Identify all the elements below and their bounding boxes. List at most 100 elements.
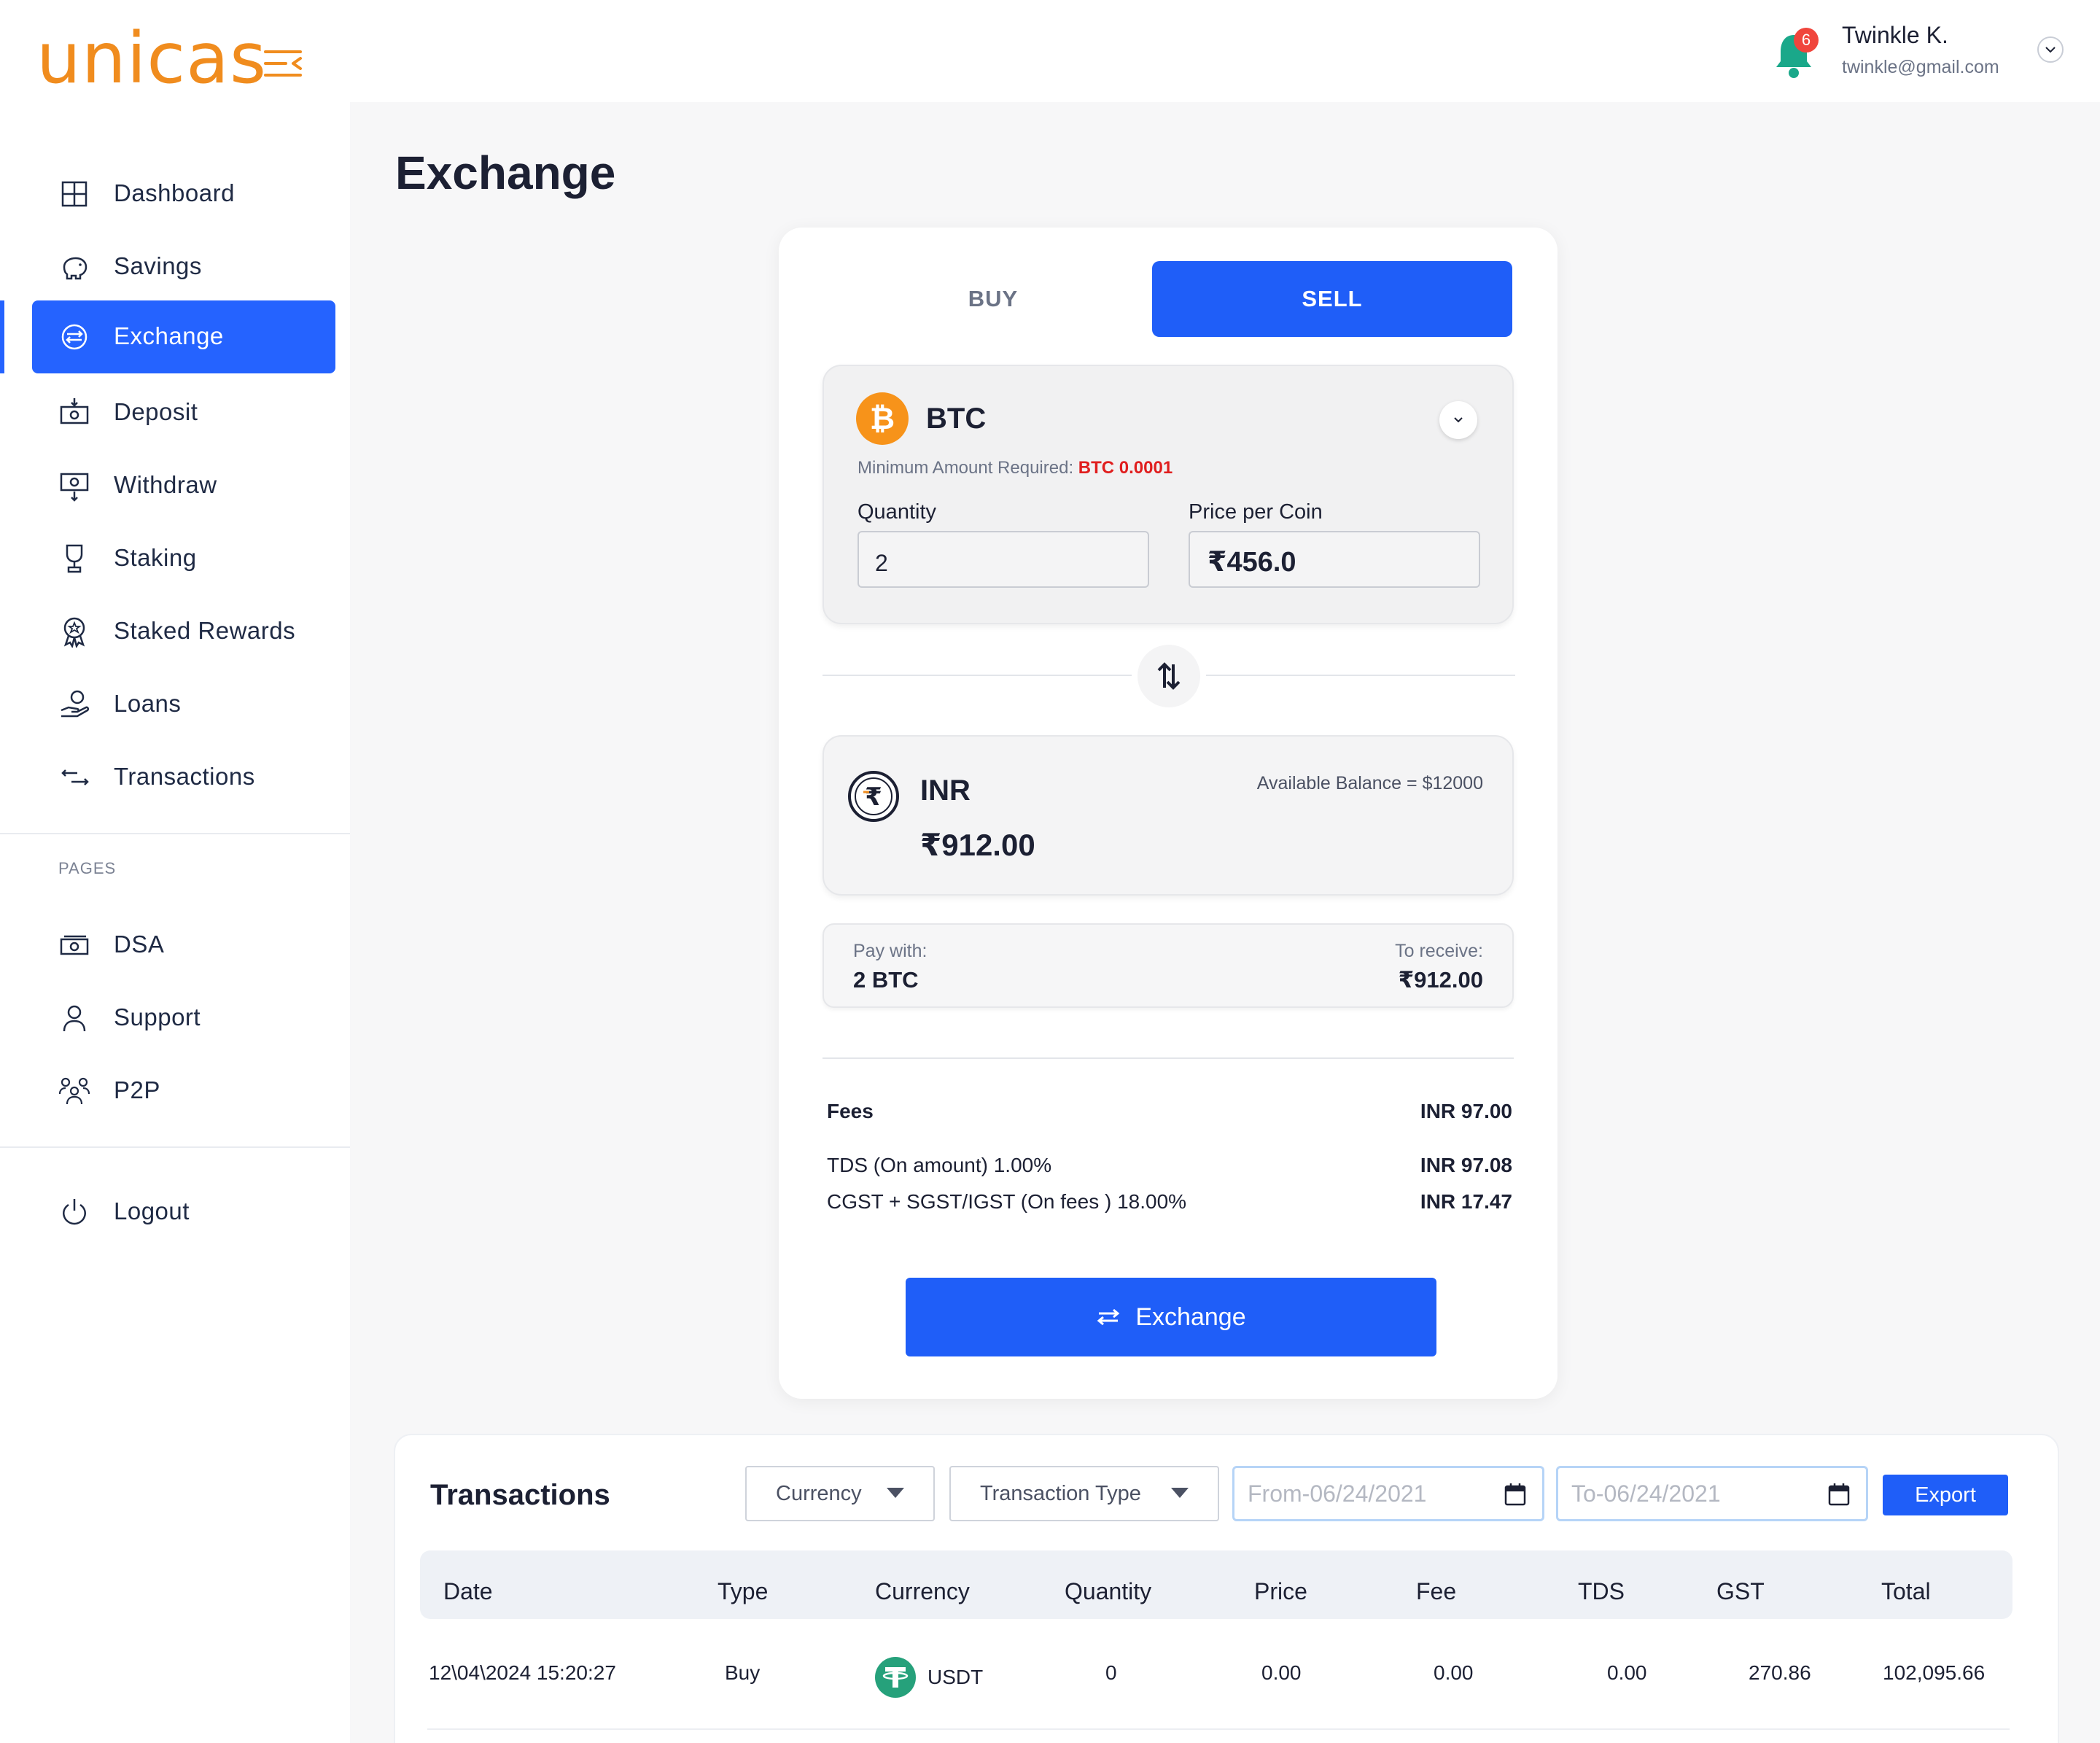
sidebar-divider	[0, 1146, 350, 1148]
cell-price: 0.00	[1261, 1661, 1302, 1684]
to-date-input[interactable]: To-06/24/2021	[1556, 1466, 1868, 1521]
sidebar-item-deposit[interactable]: Deposit	[32, 376, 335, 449]
rupee-coin-icon: ₹	[848, 771, 899, 822]
bitcoin-icon: ₿	[856, 392, 909, 445]
trophy-icon	[66, 544, 83, 573]
deposit-icon	[60, 398, 89, 424]
notification-badge: 6	[1794, 28, 1819, 53]
dropdown-caret-icon	[887, 1488, 904, 1498]
transaction-type-filter-select[interactable]: Transaction Type	[949, 1466, 1219, 1521]
minimum-amount-note: Minimum Amount Required: BTC 0.0001	[858, 458, 1172, 478]
svg-text:₿: ₿	[870, 400, 895, 436]
active-indicator	[0, 300, 4, 373]
dropdown-caret-icon	[1171, 1488, 1189, 1498]
user-menu-chevron-down-icon[interactable]	[2037, 36, 2064, 63]
fees-divider	[822, 1057, 1514, 1059]
sidebar-item-logout[interactable]: Logout	[32, 1176, 335, 1249]
minimum-amount-label: Minimum Amount Required:	[858, 458, 1074, 478]
sidebar-item-dashboard[interactable]: Dashboard	[32, 158, 335, 230]
sidebar-item-p2p[interactable]: P2P	[32, 1055, 335, 1127]
column-header-currency[interactable]: Currency	[875, 1578, 970, 1605]
sidebar-item-label: Withdraw	[114, 471, 217, 498]
price-per-coin-input[interactable]: ₹456.0	[1189, 531, 1480, 588]
tab-buy[interactable]: BUY	[824, 261, 1162, 337]
exchange-submit-button[interactable]: Exchange	[906, 1278, 1436, 1356]
minimum-amount-value: BTC 0.0001	[1078, 458, 1173, 478]
calendar-icon[interactable]	[1828, 1483, 1850, 1506]
cell-currency: USDT	[928, 1666, 984, 1688]
cash-icon	[60, 935, 89, 955]
to-date-placeholder: To-06/24/2021	[1571, 1480, 1721, 1507]
logo[interactable]: unicas	[36, 23, 267, 93]
sidebar-item-loans[interactable]: Loans	[32, 668, 335, 741]
sidebar-item-label: Dashboard	[114, 179, 235, 206]
sidebar-item-label: Transactions	[114, 763, 255, 790]
quantity-input[interactable]: 2	[858, 531, 1149, 588]
column-header-gst[interactable]: GST	[1716, 1578, 1765, 1605]
swap-arrows-icon	[1157, 662, 1181, 690]
sidebar-item-staked-rewards[interactable]: Staked Rewards	[32, 595, 335, 668]
from-date-placeholder: From-06/24/2021	[1248, 1480, 1427, 1507]
sidebar-item-label: Staked Rewards	[114, 617, 296, 644]
currency-filter-label: Currency	[776, 1481, 862, 1505]
menu-toggle-icon[interactable]	[264, 50, 303, 77]
gst-label: CGST + SGST/IGST (On fees ) 18.00%	[827, 1190, 1187, 1213]
sidebar-divider	[0, 833, 350, 834]
column-header-date[interactable]: Date	[443, 1578, 493, 1605]
coin-select-chevron-down-icon[interactable]	[1439, 401, 1477, 439]
summary-panel	[822, 923, 1514, 1008]
available-balance: Available Balance = $12000	[1256, 773, 1483, 793]
column-header-fee[interactable]: Fee	[1416, 1578, 1456, 1605]
sidebar-item-withdraw[interactable]: Withdraw	[32, 449, 335, 522]
tab-sell[interactable]: SELL	[1152, 261, 1512, 337]
sidebar-item-dsa[interactable]: DSA	[32, 909, 335, 982]
top-header: unicas 6 Twinkle K. twinkle@gmail.com	[0, 0, 2100, 102]
tds-label: TDS (On amount) 1.00%	[827, 1154, 1052, 1176]
column-header-type[interactable]: Type	[718, 1578, 768, 1605]
column-header-total[interactable]: Total	[1881, 1578, 1931, 1605]
sidebar-item-savings[interactable]: Savings	[32, 230, 335, 303]
cell-total: 102,095.66	[1883, 1661, 1986, 1684]
sidebar-item-staking[interactable]: Staking	[32, 522, 335, 595]
pages-section-label: PAGES	[58, 859, 117, 877]
sidebar-item-label: Exchange	[114, 322, 224, 349]
piggy-bank-icon	[63, 257, 88, 280]
sidebar-item-support[interactable]: Support	[32, 982, 335, 1055]
column-header-price[interactable]: Price	[1254, 1578, 1307, 1605]
pay-with-value: 2 BTC	[853, 967, 919, 993]
target-amount: ₹912.00	[920, 828, 1035, 862]
to-receive-value: ₹912.00	[1398, 967, 1483, 993]
sidebar-item-label: Staking	[114, 544, 197, 571]
calendar-icon[interactable]	[1504, 1483, 1526, 1506]
row-divider	[427, 1728, 2010, 1730]
target-currency: INR	[920, 775, 971, 807]
cell-fee: 0.00	[1434, 1661, 1474, 1684]
currency-filter-select[interactable]: Currency	[745, 1466, 935, 1521]
column-header-tds[interactable]: TDS	[1578, 1578, 1625, 1605]
tether-icon	[875, 1657, 916, 1698]
swap-button[interactable]	[1138, 645, 1200, 707]
transactions-arrows-icon	[61, 769, 89, 785]
cell-quantity: 0	[1105, 1661, 1117, 1684]
page-title: Exchange	[395, 147, 616, 199]
sidebar-item-transactions[interactable]: Transactions	[32, 741, 335, 814]
sidebar-item-exchange[interactable]: Exchange	[32, 300, 335, 373]
from-date-input[interactable]: From-06/24/2021	[1232, 1466, 1544, 1521]
column-header-quantity[interactable]: Quantity	[1065, 1578, 1151, 1605]
to-receive-label: To receive:	[1395, 941, 1483, 961]
power-icon	[63, 1199, 86, 1225]
cell-date: 12\04\2024 15:20:27	[429, 1661, 616, 1684]
loan-hand-icon	[61, 690, 90, 718]
sidebar-item-label: Loans	[114, 690, 182, 717]
withdraw-icon	[60, 473, 89, 502]
dashboard-icon	[61, 181, 88, 207]
user-email: twinkle@gmail.com	[1842, 57, 1999, 77]
sidebar-item-label: Support	[114, 1004, 201, 1030]
sidebar-item-label: DSA	[114, 931, 165, 958]
user-name: Twinkle K.	[1842, 22, 1948, 48]
export-button[interactable]: Export	[1883, 1475, 2008, 1515]
cell-gst: 270.86	[1749, 1661, 1811, 1684]
table-header	[420, 1550, 2012, 1619]
reward-badge-icon	[63, 617, 85, 648]
sidebar-item-label: Deposit	[114, 398, 198, 425]
